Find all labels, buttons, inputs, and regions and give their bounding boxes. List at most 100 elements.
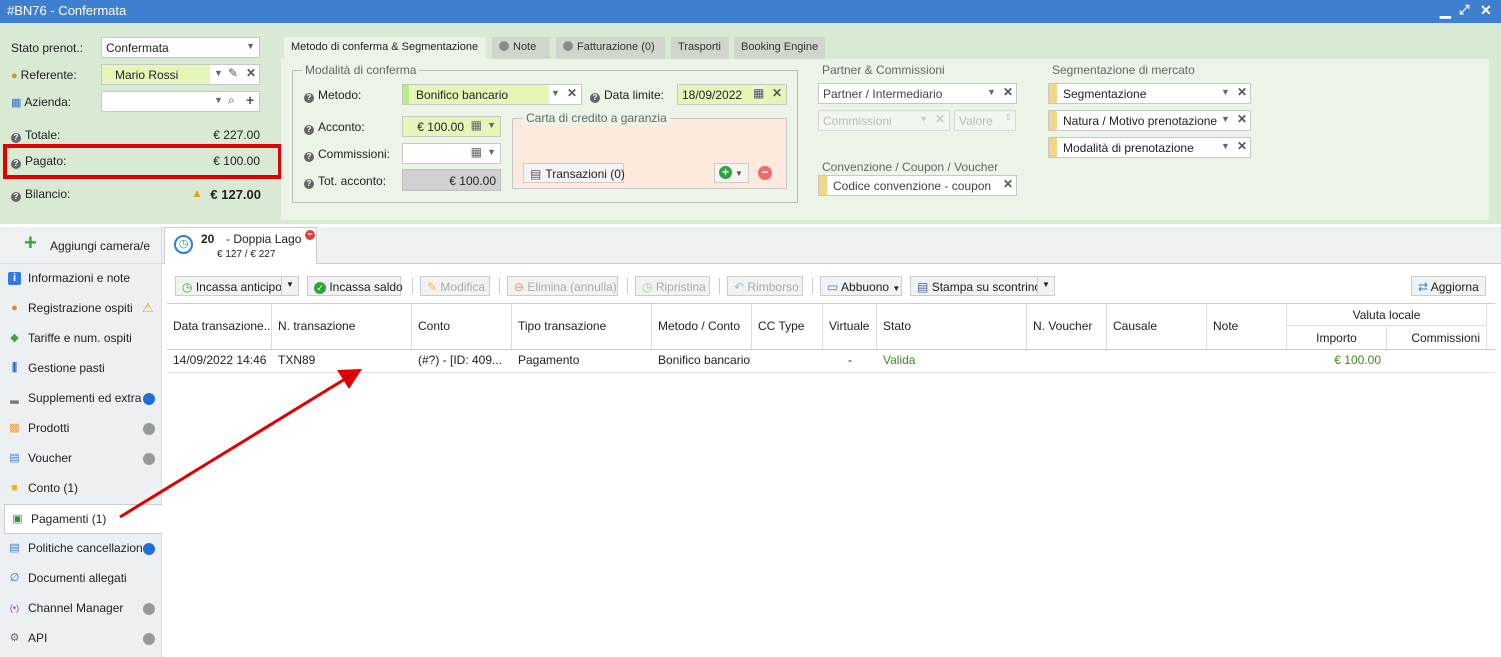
calendar-icon[interactable]: ▦ bbox=[753, 86, 765, 100]
sidebar-item-tariffe[interactable]: ◆ Tariffe e num. ospiti bbox=[0, 324, 160, 354]
add-icon[interactable]: + bbox=[246, 92, 254, 108]
partner-title: Partner & Commissioni bbox=[822, 63, 945, 77]
chevron-down-icon[interactable]: ▼ bbox=[487, 120, 496, 130]
aggiorna-button[interactable]: ⇄ Aggiorna bbox=[1411, 276, 1486, 296]
col-metodo-conto[interactable]: Metodo / Conto bbox=[652, 304, 752, 349]
modifica-button[interactable]: ✎ Modifica bbox=[420, 276, 490, 296]
tab-note[interactable]: Note bbox=[492, 37, 550, 59]
clear-icon[interactable]: ✕ bbox=[1237, 85, 1247, 99]
incassa-anticipo-dropdown[interactable]: ▼ bbox=[281, 276, 299, 296]
metodo-select[interactable]: Bonifico bancario ▼ ✕ bbox=[402, 84, 582, 105]
sidebar-item-channel-manager[interactable]: (•) Channel Manager bbox=[0, 594, 160, 624]
col-commissioni[interactable]: Commissioni bbox=[1387, 327, 1487, 349]
minimize-icon[interactable]: ▁ bbox=[1440, 2, 1451, 19]
close-room-icon[interactable]: − bbox=[305, 230, 315, 240]
col-n-transazione[interactable]: N. transazione bbox=[272, 304, 412, 349]
stato-select[interactable]: Confermata ▼ bbox=[101, 37, 260, 58]
rimborso-button[interactable]: ↶ Rimborso bbox=[727, 276, 803, 296]
codice-convenzione-field[interactable]: Codice convenzione - coupon ✕ bbox=[818, 175, 1017, 196]
col-virtuale[interactable]: Virtuale bbox=[823, 304, 877, 349]
sidebar-item-supplementi[interactable]: ▂ Supplementi ed extra bbox=[0, 384, 160, 414]
segmentazione-select[interactable]: Segmentazione ▼ ✕ bbox=[1048, 83, 1251, 104]
col-data-transazione[interactable]: Data transazione... bbox=[167, 304, 272, 349]
plus-icon: + bbox=[24, 230, 37, 255]
tab-metodo-conferma[interactable]: Metodo di conferma & Segmentazione bbox=[284, 37, 486, 59]
sidebar-item-documenti-allegati[interactable]: ∅ Documenti allegati bbox=[0, 564, 160, 594]
natura-motivo-select[interactable]: Natura / Motivo prenotazione ▼ ✕ bbox=[1048, 110, 1251, 131]
col-n-voucher[interactable]: N. Voucher bbox=[1027, 304, 1107, 349]
partner-select[interactable]: Partner / Intermediario ▼ ✕ bbox=[818, 83, 1017, 104]
remove-circle-icon[interactable]: − bbox=[758, 166, 772, 180]
help-icon: ? bbox=[304, 152, 314, 162]
incassa-anticipo-button[interactable]: ◷ Incassa anticipo bbox=[175, 276, 282, 296]
clear-icon[interactable]: ✕ bbox=[1237, 139, 1247, 153]
sidebar-item-pagamenti[interactable]: ▣ Pagamenti (1) bbox=[4, 504, 162, 534]
sidebar-item-informazioni[interactable]: i Informazioni e note bbox=[0, 264, 160, 294]
col-causale[interactable]: Causale bbox=[1107, 304, 1207, 349]
col-note[interactable]: Note bbox=[1207, 304, 1287, 349]
calculator-icon[interactable]: ▦ bbox=[471, 118, 482, 132]
elimina-button[interactable]: ⊖ Elimina (annulla) bbox=[507, 276, 618, 296]
chevron-down-icon[interactable]: ▼ bbox=[214, 68, 223, 78]
add-card-button[interactable]: + ▼ bbox=[714, 163, 749, 183]
tab-fatturazione[interactable]: Fatturazione (0) bbox=[556, 37, 665, 59]
clear-icon[interactable]: ✕ bbox=[1003, 177, 1013, 191]
chevron-down-icon[interactable]: ▼ bbox=[1221, 114, 1230, 124]
clear-icon[interactable]: ✕ bbox=[1003, 85, 1013, 99]
clear-icon[interactable]: ✕ bbox=[772, 86, 782, 100]
azienda-field[interactable]: ▼ ⌕ + bbox=[101, 91, 260, 112]
sidebar-item-conto[interactable]: ■ Conto (1) bbox=[0, 474, 160, 504]
sidebar-item-api[interactable]: ⚙ API bbox=[0, 624, 160, 654]
room-amounts: € 127 / € 227 bbox=[217, 249, 276, 260]
sidebar-item-registrazione-ospiti[interactable]: ● Registrazione ospiti ⚠ bbox=[0, 294, 160, 324]
chevron-down-icon[interactable]: ▼ bbox=[1221, 87, 1230, 97]
modalita-prenotazione-select[interactable]: Modalità di prenotazione ▼ ✕ bbox=[1048, 137, 1251, 158]
col-tipo-transazione[interactable]: Tipo transazione bbox=[512, 304, 652, 349]
col-conto[interactable]: Conto bbox=[412, 304, 512, 349]
add-room-button[interactable]: + Aggiungi camera/e bbox=[0, 227, 161, 264]
abbuono-button[interactable]: ▭ Abbuono ▼ bbox=[820, 276, 902, 296]
cutlery-icon: ⫼ bbox=[11, 362, 18, 374]
expand-icon[interactable]: ⤢ bbox=[1459, 2, 1469, 18]
chevron-down-icon[interactable]: ▼ bbox=[987, 87, 996, 97]
acconto-field[interactable]: € 100.00 ▦ ▼ bbox=[402, 116, 501, 137]
col-importo[interactable]: Importo bbox=[1287, 327, 1387, 349]
stampa-scontrino-button[interactable]: ▤ Stampa su scontrino bbox=[910, 276, 1041, 296]
chevron-down-icon[interactable]: ▼ bbox=[1221, 141, 1230, 151]
close-icon[interactable]: ✕ bbox=[1480, 2, 1492, 19]
clear-icon[interactable]: ✕ bbox=[567, 86, 577, 100]
edit-icon[interactable]: ✎ bbox=[228, 66, 238, 80]
sidebar-item-voucher[interactable]: ▤ Voucher bbox=[0, 444, 160, 474]
col-cc-type[interactable]: CC Type bbox=[752, 304, 823, 349]
referente-value: Mario Rossi bbox=[115, 68, 179, 82]
clear-icon[interactable]: ✕ bbox=[1237, 112, 1247, 126]
help-icon: ? bbox=[304, 179, 314, 189]
data-limite-field[interactable]: 18/09/2022 bbox=[677, 84, 787, 105]
chevron-down-icon: ▼ bbox=[892, 284, 901, 293]
chevron-down-icon[interactable]: ▼ bbox=[551, 88, 560, 98]
referente-field[interactable]: Mario Rossi ▼ ✎ ✕ bbox=[101, 64, 260, 85]
clear-icon[interactable]: ✕ bbox=[246, 66, 256, 80]
sidebar-item-politiche-cancellazione[interactable]: ▤ Politiche cancellazione bbox=[0, 534, 160, 564]
transazioni-button[interactable]: ▤ Transazioni (0) bbox=[523, 163, 625, 183]
chevron-down-icon[interactable]: ▼ bbox=[487, 147, 496, 157]
chevron-down-icon[interactable]: ▼ bbox=[214, 95, 223, 105]
commissioni-partner-select: Commissioni ▼ ✕ bbox=[818, 110, 950, 131]
commissioni-field[interactable]: ▦ ▼ bbox=[402, 143, 501, 164]
ripristina-button[interactable]: ◷ Ripristina bbox=[635, 276, 710, 296]
tab-trasporti[interactable]: Trasporti bbox=[671, 37, 729, 59]
stampa-scontrino-dropdown[interactable]: ▼ bbox=[1037, 276, 1055, 296]
info-icon: i bbox=[8, 272, 21, 285]
incassa-saldo-button[interactable]: ✓ Incassa saldo bbox=[307, 276, 403, 296]
search-icon[interactable]: ⌕ bbox=[228, 93, 235, 108]
calculator-icon[interactable]: ▦ bbox=[471, 145, 482, 159]
tot-acconto-label: ? Tot. acconto: bbox=[304, 174, 386, 189]
room-tab[interactable]: ◷ 20 - Doppia Lago € 127 / € 227 − bbox=[164, 227, 317, 264]
valore-field: Valore ⇕ bbox=[954, 110, 1016, 131]
sidebar-item-gestione-pasti[interactable]: ⫼ Gestione pasti bbox=[0, 354, 160, 384]
tab-booking-engine[interactable]: Booking Engine bbox=[734, 37, 825, 59]
room-name: - Doppia Lago bbox=[226, 232, 302, 246]
sidebar-item-prodotti[interactable]: ▩ Prodotti bbox=[0, 414, 160, 444]
col-stato[interactable]: Stato bbox=[877, 304, 1027, 349]
check-icon: ✓ bbox=[314, 282, 326, 294]
